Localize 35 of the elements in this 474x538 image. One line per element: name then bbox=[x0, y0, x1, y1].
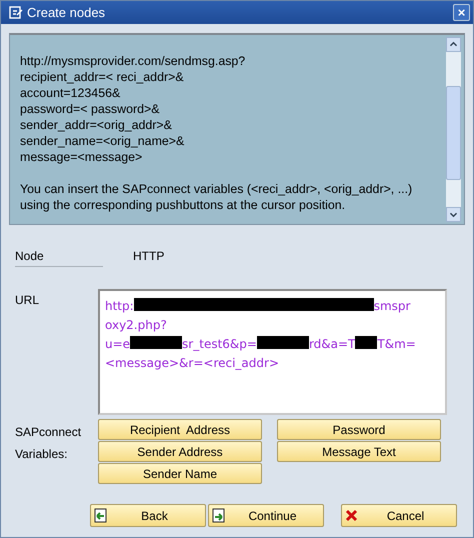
continue-button[interactable]: Continue bbox=[208, 504, 324, 527]
node-value: HTTP bbox=[133, 249, 164, 263]
back-button[interactable]: Back bbox=[90, 504, 206, 527]
variable-button[interactable]: Recipient Address bbox=[98, 419, 262, 440]
node-label: Node bbox=[15, 249, 103, 267]
redaction-bar bbox=[130, 336, 182, 349]
variables-label: SAPconnect bbox=[15, 424, 82, 441]
info-line: sender_name=<orig_name>& bbox=[20, 133, 186, 149]
variables-label: Variables: bbox=[15, 446, 68, 463]
info-line: recipient_addr=< reci_addr>& bbox=[20, 69, 185, 85]
dialog-icon bbox=[9, 6, 23, 19]
variable-button[interactable]: Password bbox=[277, 419, 441, 440]
redaction-bar bbox=[355, 336, 378, 349]
scroll-thumb[interactable] bbox=[446, 86, 461, 180]
url-field[interactable]: http: smspr oxy2.php? u=e sr_test6&p= rd&a=T T&m= <message>&r=<reci_addr> bbox=[98, 289, 447, 415]
continue-icon bbox=[212, 508, 225, 523]
cancel-button[interactable]: Cancel bbox=[341, 504, 457, 527]
info-line: password=< password>& bbox=[20, 101, 160, 117]
cancel-icon bbox=[345, 509, 358, 522]
scroll-down-icon[interactable] bbox=[446, 207, 461, 222]
scrollbar[interactable] bbox=[446, 37, 461, 222]
info-line: account=123456& bbox=[20, 85, 122, 101]
close-button[interactable]: × bbox=[453, 4, 470, 21]
redaction-bar bbox=[256, 336, 309, 349]
url-label: URL bbox=[14, 292, 40, 309]
info-line: sender_addr=<orig_addr>& bbox=[20, 117, 173, 133]
variable-button[interactable]: Message Text bbox=[277, 441, 441, 462]
variable-button[interactable]: Sender Name bbox=[98, 463, 262, 484]
info-line: message=<message> bbox=[20, 149, 144, 165]
back-icon bbox=[94, 508, 107, 523]
window-title: Create nodes bbox=[27, 5, 106, 20]
scroll-up-icon[interactable] bbox=[446, 37, 461, 52]
info-note: You can insert the SAPconnect variables (<reci_addr>, <orig_addr>, ...) using the corresponding pushbuttons at the cursor position. bbox=[20, 181, 414, 213]
variable-button[interactable]: Sender Address bbox=[98, 441, 262, 462]
info-line: http://mysmsprovider.com/sendmsg.asp? bbox=[20, 53, 246, 69]
